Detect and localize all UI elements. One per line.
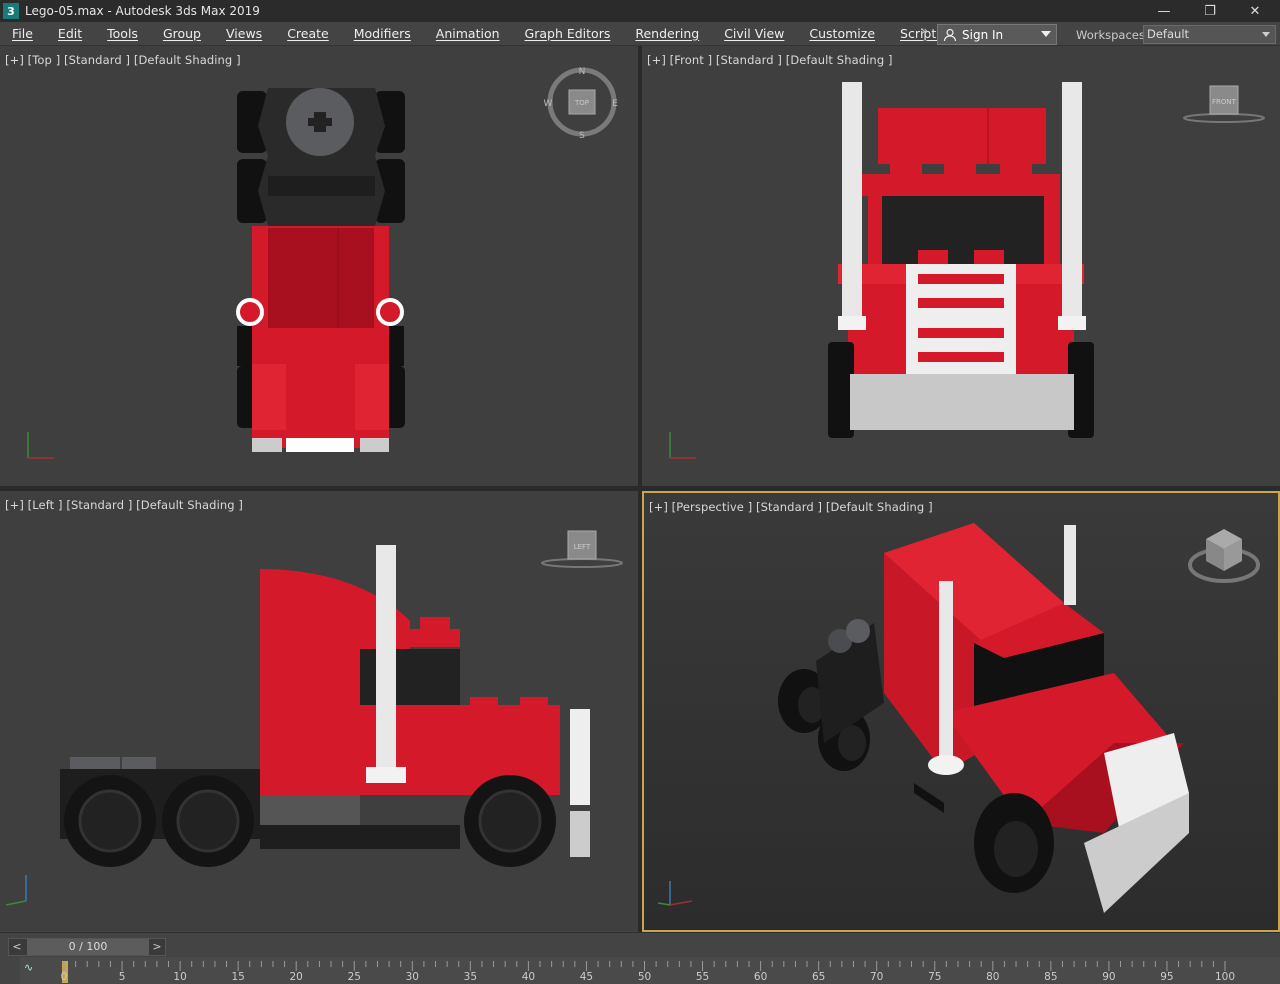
- next-frame-icon[interactable]: >: [150, 940, 164, 954]
- chevron-down-icon: [1041, 31, 1051, 37]
- menu-tools[interactable]: Tools: [95, 22, 151, 46]
- axis-tripod-icon: [669, 432, 696, 459]
- timeline-tick-label: 15: [231, 971, 245, 983]
- timeline-tick-label: 25: [347, 971, 361, 983]
- time-slider-thumb[interactable]: 0 / 100: [27, 939, 149, 955]
- timeline-tick-label: 60: [753, 971, 768, 983]
- viewcube-face-label: TOP: [574, 99, 589, 107]
- svg-text:S: S: [579, 131, 585, 141]
- viewcube-left[interactable]: LEFT: [538, 525, 628, 575]
- time-slider[interactable]: < 0 / 100 >: [8, 938, 166, 956]
- menu-create[interactable]: Create: [275, 22, 342, 46]
- viewcube-face-label: FRONT: [1212, 98, 1237, 106]
- sign-in-label: Sign In: [962, 27, 1004, 42]
- menu-group[interactable]: Group: [151, 22, 214, 46]
- menu-modifiers[interactable]: Modifiers: [342, 22, 424, 46]
- timeline-tick-label: 5: [118, 971, 126, 983]
- timeline-tick-label: 35: [463, 971, 478, 983]
- timeline-tick-label: 50: [637, 971, 652, 983]
- viewport-top[interactable]: [+] [Top ] [Standard ] [Default Shading …: [0, 46, 638, 486]
- viewport-left[interactable]: [+] [Left ] [Standard ] [Default Shading…: [0, 491, 638, 931]
- user-icon: [943, 28, 957, 41]
- timeline-tick-label: 30: [405, 971, 419, 983]
- viewport-divider-horizontal[interactable]: [0, 486, 1280, 491]
- menu-animation[interactable]: Animation: [424, 22, 513, 46]
- menu-rendering[interactable]: Rendering: [623, 22, 712, 46]
- menu-file[interactable]: File: [0, 22, 46, 46]
- svg-text:N: N: [579, 67, 586, 77]
- close-icon[interactable]: ✕: [1232, 0, 1278, 22]
- truck-perspective-view: [778, 523, 1189, 913]
- timeline-tick-label: 20: [289, 971, 303, 983]
- chevron-down-icon: [1262, 32, 1270, 37]
- viewcube-front[interactable]: FRONT: [1180, 80, 1270, 130]
- svg-text:E: E: [612, 99, 618, 109]
- timeline-tick-label: 85: [1044, 971, 1058, 983]
- minimize-icon[interactable]: —: [1141, 0, 1187, 22]
- viewcube-perspective[interactable]: [1184, 521, 1264, 591]
- viewcube-compass[interactable]: TOP N E S W: [538, 64, 628, 144]
- viewport-front[interactable]: [+] [Front ] [Standard ] [Default Shadin…: [642, 46, 1280, 486]
- timeline-tick-label: 40: [521, 971, 536, 983]
- timeline-tick-label: 90: [1102, 971, 1116, 983]
- workspaces-value: Default: [1147, 27, 1190, 41]
- track-bar[interactable]: ∿ 0 5 10 15 20 25 30 35 40 45 50 55 60 65 70 75 80 85 90 95…: [20, 957, 1280, 984]
- timeline-tick-label: 45: [579, 971, 594, 983]
- timeline-tick-label: 100: [1214, 971, 1236, 983]
- sign-in-button[interactable]: Sign In: [937, 24, 1057, 45]
- menu-views[interactable]: Views: [214, 22, 275, 46]
- timeline-tick-label: 55: [695, 971, 710, 983]
- app-icon[interactable]: 3: [3, 3, 19, 19]
- axis-tripod-icon: [5, 875, 27, 906]
- title-bar: 3 Lego-05.max - Autodesk 3ds Max 2019 — …: [0, 0, 1280, 22]
- viewport-perspective[interactable]: [+] [Perspective ] [Standard ] [Default …: [642, 491, 1280, 932]
- menu-graph-editors[interactable]: Graph Editors: [513, 22, 624, 46]
- workspaces-select[interactable]: Default: [1143, 25, 1276, 44]
- timeline: < 0 / 100 > ∿ 0 5 10 15 20 25 30 35 40 45 50 55 60 65…: [0, 932, 1280, 984]
- axis-tripod-icon: [657, 881, 693, 906]
- restore-icon[interactable]: ❐: [1187, 0, 1233, 22]
- axis-tripod-icon: [27, 432, 54, 459]
- timeline-tick-label: 75: [928, 971, 942, 983]
- workspaces-label: Workspaces:: [1076, 28, 1149, 42]
- timeline-tick-label: 70: [870, 971, 884, 983]
- viewcube-face-label: LEFT: [574, 543, 591, 551]
- menu-edit[interactable]: Edit: [46, 22, 95, 46]
- timeline-tick-label: 80: [986, 971, 1000, 983]
- timeline-tick-label: 95: [1160, 971, 1174, 983]
- timeline-tick-label: 0: [60, 971, 68, 983]
- menu-customize[interactable]: Customize: [797, 22, 888, 46]
- menu-civil-view[interactable]: Civil View: [712, 22, 797, 46]
- prev-frame-icon[interactable]: <: [10, 940, 24, 954]
- timeline-tick-label: 10: [173, 971, 187, 983]
- timeline-tick-label: 65: [811, 971, 826, 983]
- svg-text:W: W: [544, 99, 553, 109]
- menu-overflow-icon[interactable]: »: [921, 24, 928, 38]
- window-title: Lego-05.max - Autodesk 3ds Max 2019: [25, 4, 260, 18]
